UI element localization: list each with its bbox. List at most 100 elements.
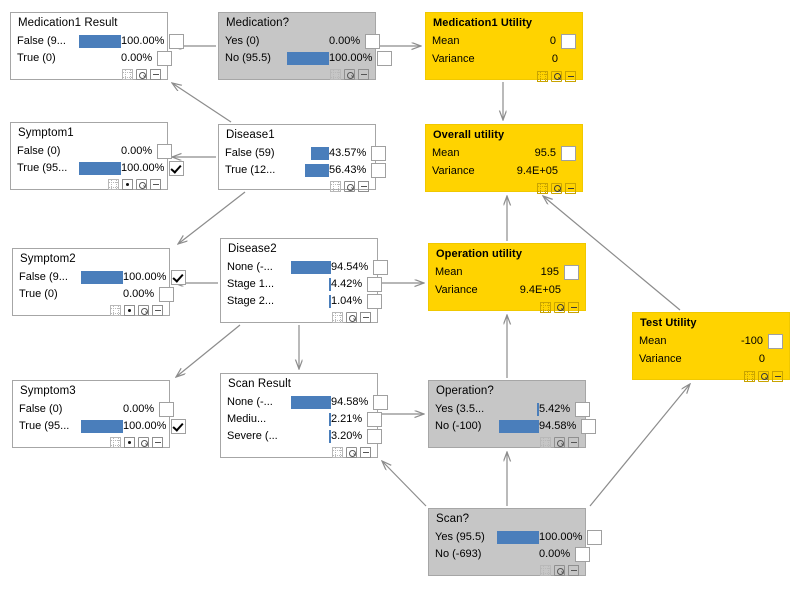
node-rows: Yes (0) 0.00% No (95.5) 100.00% bbox=[225, 33, 393, 67]
node-title: Symptom1 bbox=[18, 127, 74, 139]
state-label: Yes (95.5) bbox=[435, 531, 485, 543]
evidence-checkbox-checked[interactable] bbox=[171, 269, 187, 285]
table-grid-icon[interactable] bbox=[330, 181, 341, 192]
node-scan-result[interactable]: Scan Result None (-... 94.58% Mediu... 2.21%… bbox=[220, 373, 389, 458]
evidence-checkbox[interactable] bbox=[367, 276, 383, 292]
collapse-minus-icon[interactable] bbox=[358, 181, 369, 192]
magnifier-icon[interactable] bbox=[344, 69, 355, 80]
node-operation-utility[interactable]: Operation utility Mean 195 Variance 9.4E+05 bbox=[428, 243, 586, 313]
magnifier-icon[interactable] bbox=[554, 301, 565, 313]
magnifier-icon[interactable] bbox=[344, 181, 355, 192]
probability-bar-cell bbox=[79, 34, 121, 48]
magnifier-icon[interactable] bbox=[136, 69, 147, 80]
collapse-minus-icon[interactable] bbox=[772, 370, 783, 382]
utility-checkbox[interactable] bbox=[768, 333, 783, 349]
table-grid-icon[interactable] bbox=[540, 437, 551, 448]
evidence-checkbox[interactable] bbox=[159, 286, 175, 302]
node-disease2[interactable]: Disease2 None (-... 94.54% Stage 1... 4.42% S… bbox=[220, 238, 389, 323]
state-label: True (95... bbox=[19, 420, 70, 432]
node-medication-decision[interactable]: Medication? Yes (0) 0.00% No (95.5) 100.00% bbox=[218, 12, 393, 80]
evidence-checkbox[interactable] bbox=[157, 50, 173, 66]
table-grid-icon[interactable] bbox=[330, 69, 341, 80]
utility-checkbox[interactable] bbox=[561, 145, 576, 161]
probability-value: 100.00% bbox=[329, 51, 373, 64]
evidence-checkbox[interactable] bbox=[367, 293, 383, 309]
node-rows: Mean -100 Variance 0 bbox=[639, 332, 783, 368]
table-grid-icon[interactable] bbox=[540, 301, 551, 313]
magnifier-icon[interactable] bbox=[346, 312, 357, 323]
collapse-minus-icon[interactable] bbox=[568, 565, 579, 576]
table-grid-icon[interactable] bbox=[108, 179, 119, 190]
evidence-checkbox[interactable] bbox=[159, 401, 175, 417]
probability-bar bbox=[79, 34, 121, 48]
probability-bar bbox=[81, 419, 123, 433]
table-grid-icon[interactable] bbox=[110, 437, 121, 448]
node-title: Overall utility bbox=[433, 129, 505, 141]
magnifier-icon[interactable] bbox=[138, 437, 149, 448]
table-grid-icon[interactable] bbox=[540, 565, 551, 576]
collapse-minus-icon[interactable] bbox=[152, 437, 163, 448]
magnifier-icon[interactable] bbox=[136, 179, 147, 190]
collapse-minus-icon[interactable] bbox=[150, 179, 161, 190]
evidence-checkbox-checked[interactable] bbox=[171, 418, 187, 434]
utility-checkbox[interactable] bbox=[564, 264, 579, 280]
node-test-utility[interactable]: Test Utility Mean -100 Variance 0 bbox=[632, 312, 790, 382]
magnifier-icon[interactable] bbox=[138, 305, 149, 316]
node-symptom3[interactable]: Symptom3 False (0) 0.00% True (95... 100.00% bbox=[12, 380, 187, 448]
table-grid-icon[interactable] bbox=[332, 447, 343, 458]
collapse-minus-icon[interactable] bbox=[150, 69, 161, 80]
evidence-checkbox[interactable] bbox=[365, 33, 381, 49]
magnifier-icon[interactable] bbox=[554, 437, 565, 448]
table-grid-icon[interactable] bbox=[537, 70, 548, 82]
evidence-checkbox[interactable] bbox=[169, 33, 185, 49]
collapse-minus-icon[interactable] bbox=[152, 305, 163, 316]
evidence-checkbox[interactable] bbox=[575, 401, 591, 417]
evidence-checkbox[interactable] bbox=[371, 162, 387, 178]
evidence-checkbox-checked[interactable] bbox=[169, 160, 185, 176]
table-grid-icon[interactable] bbox=[122, 69, 133, 80]
evidence-checkbox[interactable] bbox=[371, 145, 387, 161]
evidence-checkbox[interactable] bbox=[587, 529, 603, 545]
state-row: Severe (... 3.20% bbox=[227, 428, 383, 445]
table-grid-icon[interactable] bbox=[744, 370, 755, 382]
magnifier-icon[interactable] bbox=[554, 565, 565, 576]
collapse-minus-icon[interactable] bbox=[360, 312, 371, 323]
collapse-minus-icon[interactable] bbox=[358, 69, 369, 80]
magnifier-icon[interactable] bbox=[551, 70, 562, 82]
node-disease1[interactable]: Disease1 False (59) 43.57% True (12... 56.43… bbox=[218, 124, 387, 192]
node-medication1-result[interactable]: Medication1 Result False (9... 100.00% True… bbox=[10, 12, 185, 80]
evidence-checkbox[interactable] bbox=[581, 418, 597, 434]
magnifier-icon[interactable] bbox=[551, 182, 562, 194]
collapse-minus-icon[interactable] bbox=[360, 447, 371, 458]
evidence-checkbox[interactable] bbox=[373, 394, 389, 410]
evidence-checkbox[interactable] bbox=[377, 50, 393, 66]
node-symptom1[interactable]: Symptom1 False (0) 0.00% True (95... 100.00% bbox=[10, 122, 185, 190]
observed-dot-icon[interactable] bbox=[122, 179, 133, 190]
probability-bar-cell bbox=[289, 294, 331, 308]
magnifier-icon[interactable] bbox=[758, 370, 769, 382]
state-label: True (12... bbox=[225, 164, 276, 176]
evidence-checkbox[interactable] bbox=[575, 546, 591, 562]
table-grid-icon[interactable] bbox=[110, 305, 121, 316]
collapse-minus-icon[interactable] bbox=[568, 437, 579, 448]
evidence-checkbox[interactable] bbox=[157, 143, 173, 159]
observed-dot-icon[interactable] bbox=[124, 305, 135, 316]
evidence-checkbox[interactable] bbox=[367, 428, 383, 444]
observed-dot-icon[interactable] bbox=[124, 437, 135, 448]
node-symptom2[interactable]: Symptom2 False (9... 100.00% True (0) 0.00% bbox=[12, 248, 187, 316]
table-grid-icon[interactable] bbox=[332, 312, 343, 323]
table-grid-icon[interactable] bbox=[537, 182, 548, 194]
evidence-checkbox[interactable] bbox=[367, 411, 383, 427]
collapse-minus-icon[interactable] bbox=[565, 70, 576, 82]
utility-checkbox[interactable] bbox=[561, 33, 576, 49]
probability-value: 5.42% bbox=[539, 402, 571, 415]
probability-value: 1.04% bbox=[331, 294, 363, 307]
node-overall-utility[interactable]: Overall utility Mean 95.5 Variance 9.4E+05 bbox=[425, 124, 583, 194]
evidence-checkbox[interactable] bbox=[373, 259, 389, 275]
magnifier-icon[interactable] bbox=[346, 447, 357, 458]
collapse-minus-icon[interactable] bbox=[565, 182, 576, 194]
node-scan-decision[interactable]: Scan? Yes (95.5) 100.00% No (-693) 0.00% bbox=[428, 508, 603, 576]
collapse-minus-icon[interactable] bbox=[568, 301, 579, 313]
node-medication1-utility[interactable]: Medication1 Utility Mean 0 Variance 0 bbox=[425, 12, 583, 82]
node-operation-decision[interactable]: Operation? Yes (3.5... 5.42% No (-100) 94.58… bbox=[428, 380, 597, 448]
